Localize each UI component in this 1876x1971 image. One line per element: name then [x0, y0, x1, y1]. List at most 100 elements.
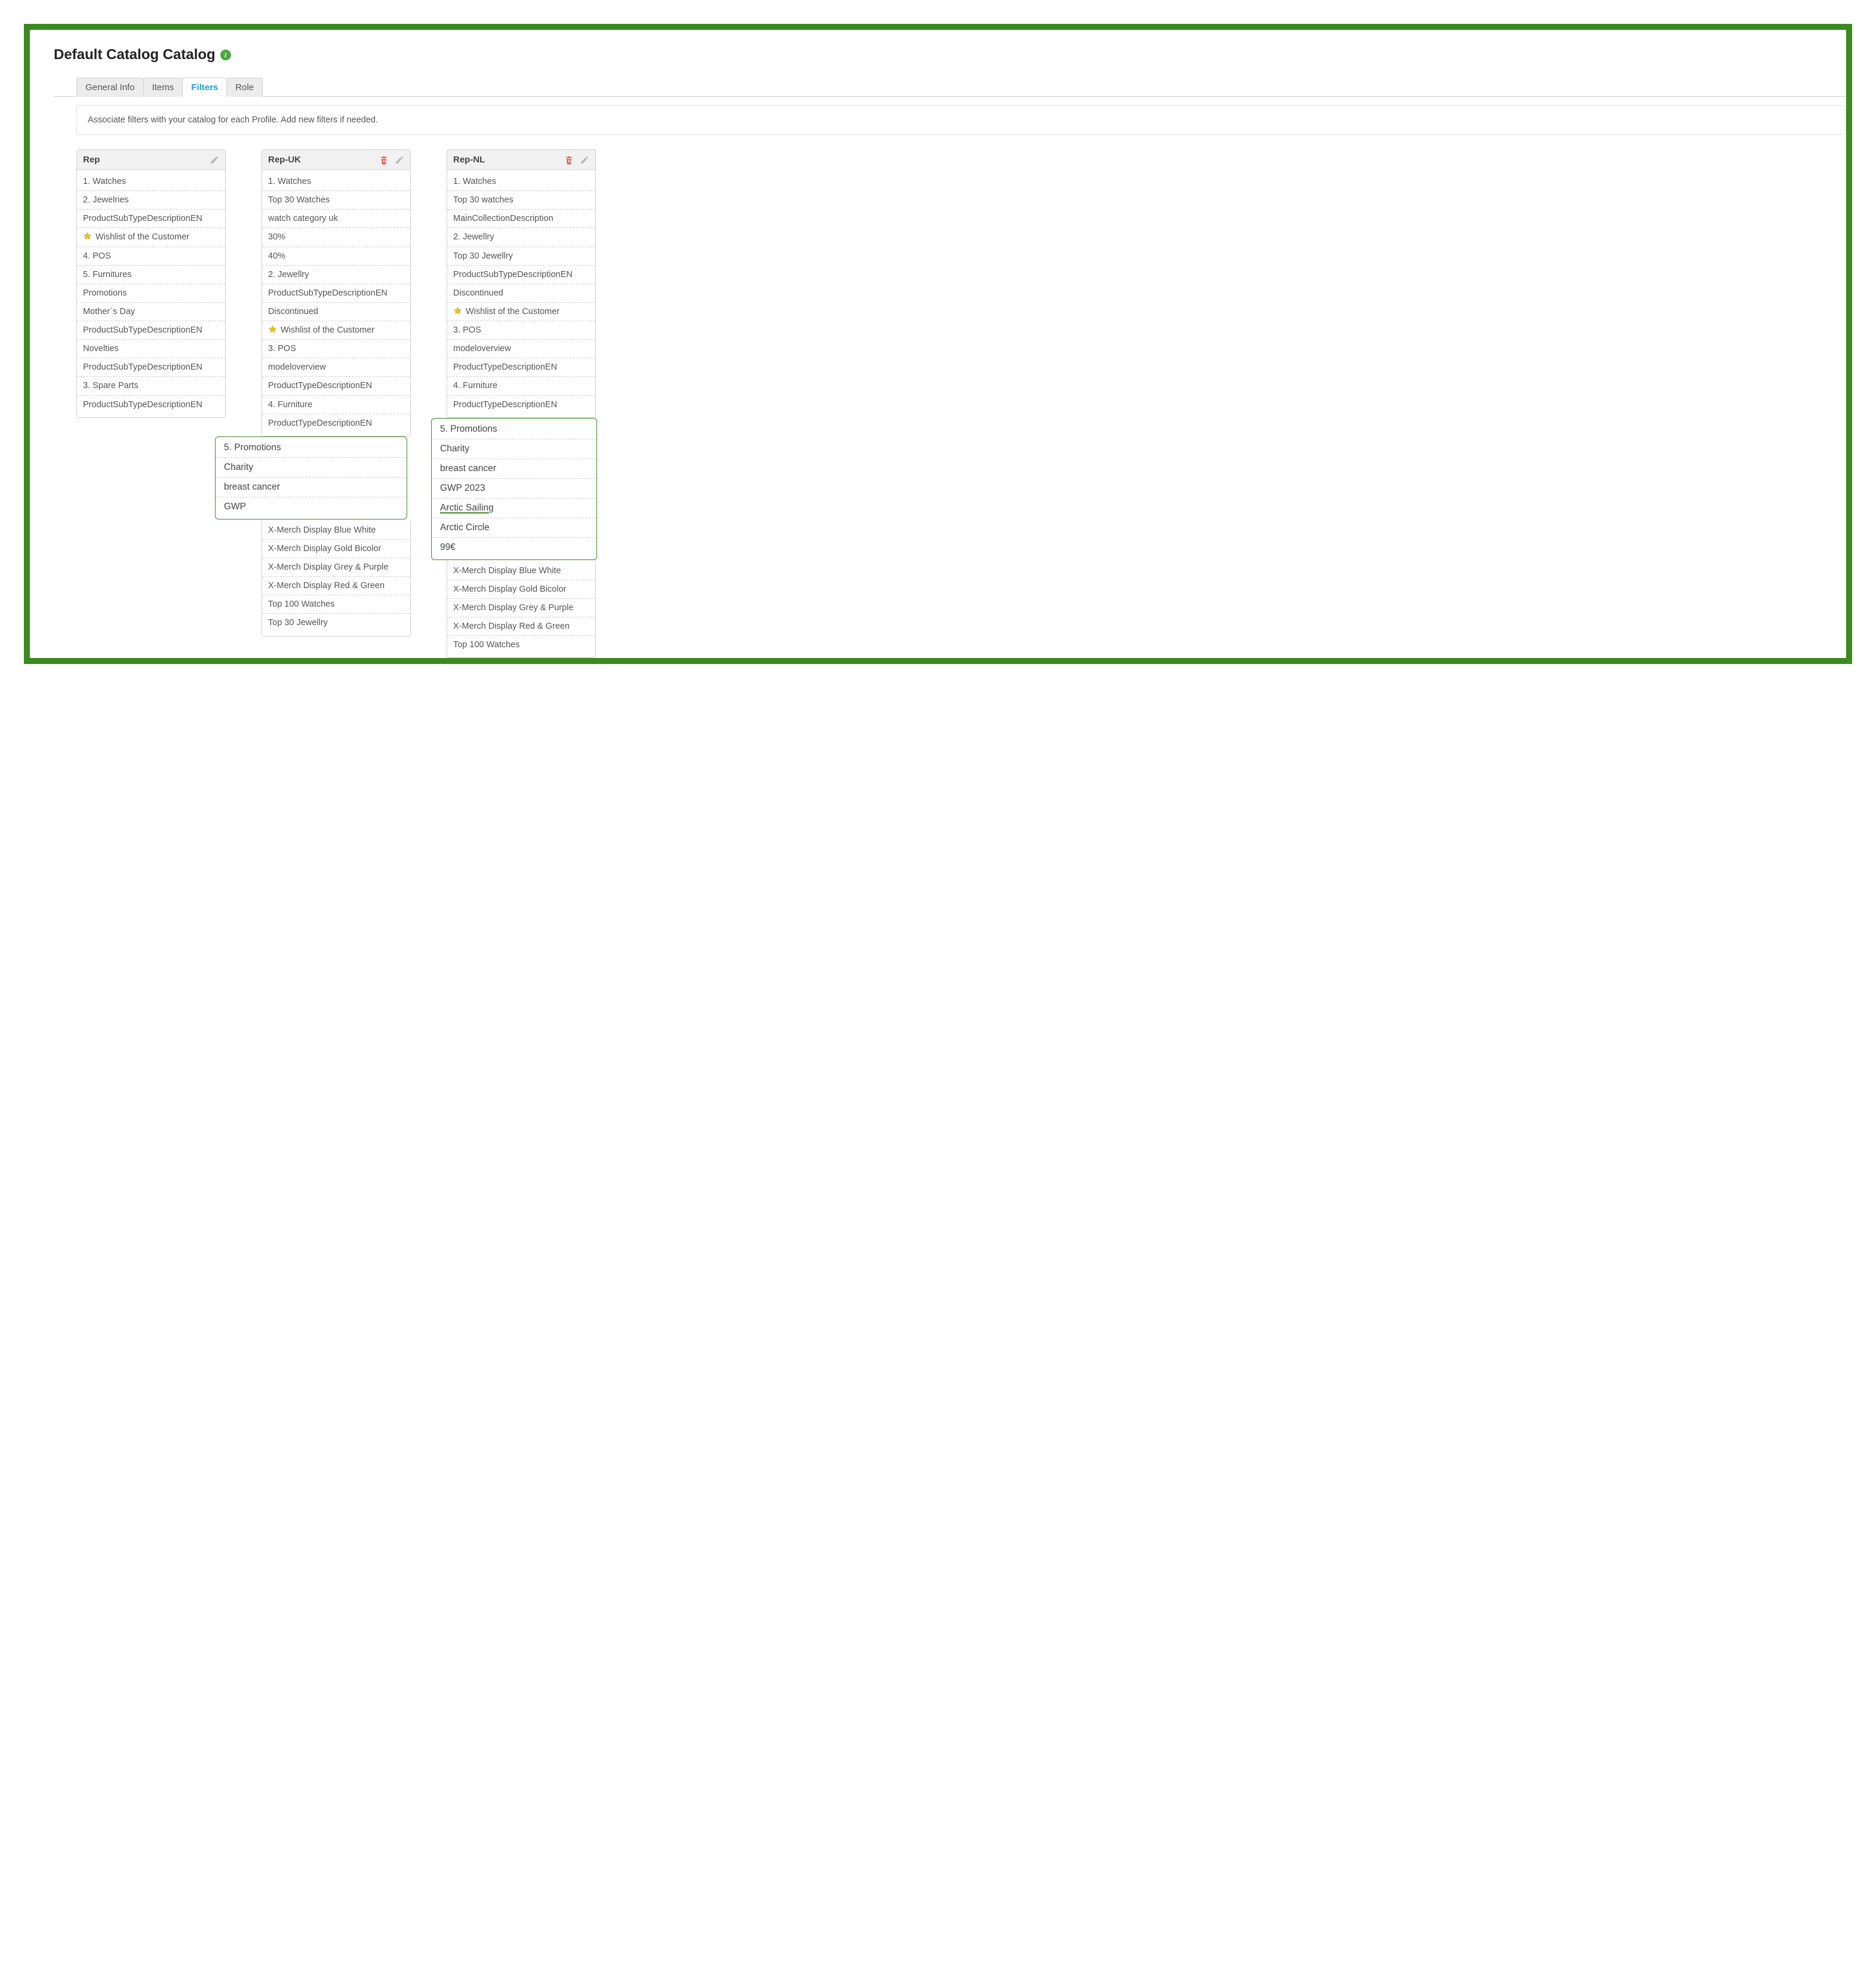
filter-row[interactable]: 4. Furniture	[262, 396, 410, 414]
info-icon[interactable]: i	[220, 50, 231, 60]
filter-row[interactable]: Wishlist of the Customer	[447, 303, 595, 321]
panel-title: Rep	[83, 155, 100, 165]
filter-row[interactable]: Top 30 Jewellry	[447, 247, 595, 266]
filter-row[interactable]: Promotions	[77, 284, 225, 303]
filter-row[interactable]: 2. Jewellry	[447, 228, 595, 247]
tab-bottom-border	[54, 96, 1846, 97]
filter-row-label: Wishlist of the Customer	[466, 306, 559, 317]
filter-row[interactable]: Top 30 Jewellry	[262, 614, 410, 632]
filter-row-label: ProductSubTypeDescriptionEN	[453, 269, 573, 280]
filter-column: Rep-NL1. WatchesTop 30 watchesMainCollec…	[447, 149, 597, 658]
filter-row[interactable]: ProductSubTypeDescriptionEN	[262, 284, 410, 303]
filter-row[interactable]: Wishlist of the Customer	[262, 321, 410, 340]
filter-row[interactable]: GWP	[216, 497, 407, 516]
filter-row[interactable]: Novelties	[77, 340, 225, 358]
filter-row[interactable]: X-Merch Display Blue White	[262, 521, 410, 540]
highlighted-filter-group: 5. Promotions Charity breast cancer GWP 202…	[431, 418, 597, 560]
filter-row[interactable]: 3. POS	[447, 321, 595, 340]
filter-row[interactable]: Top 30 watches	[447, 191, 595, 210]
filter-row-label: 5. Promotions	[440, 424, 497, 434]
filter-row[interactable]: Discontinued	[447, 284, 595, 303]
filter-row[interactable]: Top 30 Watches	[262, 191, 410, 210]
filter-row-label: ProductTypeDescriptionEN	[268, 380, 372, 391]
filter-row[interactable]: ProductSubTypeDescriptionEN	[77, 396, 225, 414]
tab-general-info[interactable]: General Info	[76, 78, 144, 97]
filter-row[interactable]: Charity	[216, 458, 407, 478]
filter-row-label: 2. Jewelries	[83, 195, 129, 205]
filter-row[interactable]: 2. Jewellry	[262, 266, 410, 284]
filter-panel: Rep-NL1. WatchesTop 30 watchesMainCollec…	[447, 149, 596, 418]
panel-body: 1. Watches Top 30 Watches watch category u…	[262, 170, 410, 436]
filter-row[interactable]: ProductTypeDescriptionEN	[262, 414, 410, 432]
star-icon	[268, 325, 277, 336]
filter-row-label: 5. Furnitures	[83, 269, 131, 280]
filter-row-label: breast cancer	[440, 463, 496, 473]
filter-row[interactable]: 1. Watches	[447, 173, 595, 191]
filter-row-label: 4. Furniture	[453, 380, 497, 391]
filter-row[interactable]: breast cancer	[432, 459, 596, 479]
filter-row[interactable]: Wishlist of the Customer	[77, 228, 225, 247]
filter-row[interactable]: MainCollectionDescription	[447, 210, 595, 228]
filter-row[interactable]: 5. Promotions	[432, 420, 596, 439]
filter-row[interactable]: Arctic Sailing	[432, 499, 596, 518]
filter-row[interactable]: ProductSubTypeDescriptionEN	[77, 358, 225, 377]
filter-row[interactable]: 40%	[262, 247, 410, 266]
filter-row[interactable]: 5. Promotions	[216, 438, 407, 458]
filter-row[interactable]: 2. Jewelries	[77, 191, 225, 210]
filter-row[interactable]: X-Merch Display Grey & Purple	[262, 558, 410, 577]
filter-row[interactable]: X-Merch Display Gold Bicolor	[447, 580, 595, 599]
filter-row-label: Top 30 watches	[453, 195, 513, 205]
filter-row-label: Top 100 Watches	[453, 639, 520, 650]
screenshot-frame: Default Catalog Catalog i General InfoIt…	[24, 24, 1852, 664]
filter-columns: Rep 1. Watches 2. Jewelries ProductSubTypeD…	[54, 149, 1846, 658]
filter-row-label: X-Merch Display Grey & Purple	[453, 602, 573, 613]
filter-row[interactable]: Top 100 Watches	[262, 595, 410, 614]
filter-row[interactable]: 1. Watches	[77, 173, 225, 191]
filter-column: Rep-UK1. WatchesTop 30 Watcheswatch cate…	[262, 149, 411, 636]
filter-row[interactable]: 1. Watches	[262, 173, 410, 191]
filter-row[interactable]: X-Merch Display Gold Bicolor	[262, 540, 410, 558]
filter-row[interactable]: ProductSubTypeDescriptionEN	[447, 266, 595, 284]
tab-items[interactable]: Items	[143, 78, 183, 97]
pencil-icon[interactable]	[210, 155, 219, 165]
filter-row[interactable]: ProductTypeDescriptionEN	[447, 396, 595, 414]
filter-row[interactable]: Arctic Circle	[432, 518, 596, 538]
filter-row-label: 40%	[268, 251, 285, 262]
trash-icon[interactable]	[564, 155, 574, 165]
filter-row[interactable]: Discontinued	[262, 303, 410, 321]
filter-row[interactable]: 5. Furnitures	[77, 266, 225, 284]
filter-row[interactable]: 3. POS	[262, 340, 410, 358]
tab-filters[interactable]: Filters	[182, 78, 227, 97]
filter-row[interactable]: watch category uk	[262, 210, 410, 228]
filter-row[interactable]: 3. Spare Parts	[77, 377, 225, 395]
filter-row-label: ProductSubTypeDescriptionEN	[83, 213, 202, 224]
filter-row[interactable]: Top 100 Watches	[447, 636, 595, 654]
filter-row[interactable]: X-Merch Display Red & Green	[262, 577, 410, 595]
filter-row[interactable]: GWP 2023	[432, 479, 596, 499]
filter-row[interactable]: X-Merch Display Red & Green	[447, 617, 595, 636]
tabs: General InfoItemsFiltersRole	[76, 78, 1846, 97]
filter-row[interactable]: X-Merch Display Blue White	[447, 562, 595, 580]
filter-row[interactable]: 4. Furniture	[447, 377, 595, 395]
filter-row[interactable]: 30%	[262, 228, 410, 247]
filter-row[interactable]: X-Merch Display Grey & Purple	[447, 599, 595, 617]
filter-row-label: Top 30 Watches	[268, 195, 330, 205]
filter-row-label: Arctic Circle	[440, 522, 490, 533]
filter-row[interactable]: Charity	[432, 439, 596, 459]
trash-icon[interactable]	[379, 155, 389, 165]
page-title-text: Default Catalog Catalog	[54, 47, 216, 63]
filter-row[interactable]: 4. POS	[77, 247, 225, 266]
filter-row[interactable]: 99€	[432, 538, 596, 557]
filter-row[interactable]: Mother´s Day	[77, 303, 225, 321]
panel-body: 1. Watches Top 30 watches MainCollectionDe…	[447, 170, 595, 417]
tab-role[interactable]: Role	[226, 78, 263, 97]
pencil-icon[interactable]	[580, 155, 589, 165]
filter-row[interactable]: ProductSubTypeDescriptionEN	[77, 210, 225, 228]
filter-row[interactable]: ProductSubTypeDescriptionEN	[77, 321, 225, 340]
pencil-icon[interactable]	[395, 155, 404, 165]
filter-row[interactable]: ProductTypeDescriptionEN	[447, 358, 595, 377]
filter-row[interactable]: modeloverview	[262, 358, 410, 377]
filter-row[interactable]: breast cancer	[216, 478, 407, 497]
filter-row[interactable]: ProductTypeDescriptionEN	[262, 377, 410, 395]
filter-row[interactable]: modeloverview	[447, 340, 595, 358]
